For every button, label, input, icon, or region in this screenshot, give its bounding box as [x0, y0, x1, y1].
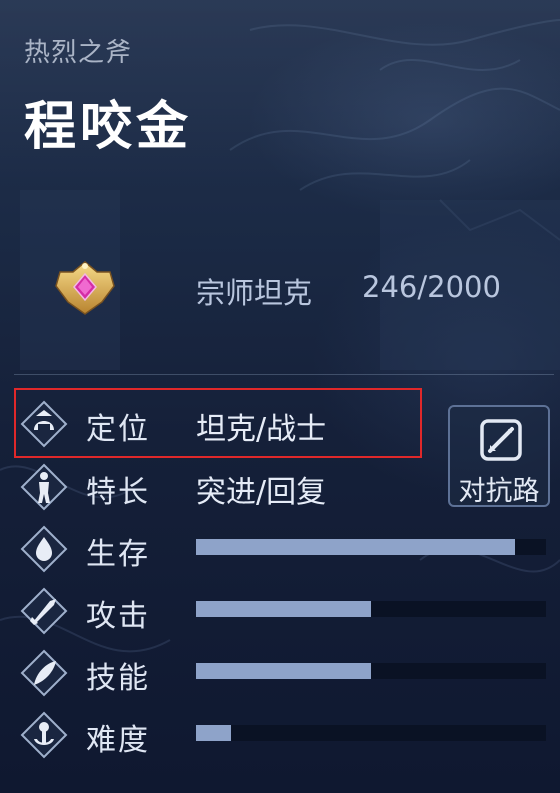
stat-bar-fill [196, 539, 515, 555]
hero-info-panel: 热烈之斧 程咬金 宗师坦克 246/2000 定位 坦克/战士 特长 突进/回复… [0, 0, 560, 793]
stat-label: 难度 [86, 723, 150, 758]
rank-points: 246/2000 [362, 270, 501, 304]
specialty-figure-icon [20, 463, 68, 511]
specialty-value: 突进/回复 [196, 475, 327, 510]
rank-emblem-icon [55, 261, 115, 315]
stat-bar-track [196, 663, 546, 679]
role-value: 坦克/战士 [196, 412, 327, 447]
rank-row: 宗师坦克 246/2000 [0, 252, 560, 322]
hero-name: 程咬金 [24, 97, 193, 157]
stat-bar-fill [196, 725, 231, 741]
hero-title: 热烈之斧 [24, 38, 133, 68]
rank-title: 宗师坦克 [196, 276, 313, 310]
survival-drop-icon [20, 525, 68, 573]
matchup-lane-button[interactable]: 对抗路 [448, 405, 550, 507]
stat-bar-track [196, 725, 546, 741]
stat-bar-track [196, 539, 546, 555]
divider [14, 374, 554, 375]
stat-bar-fill [196, 663, 371, 679]
stat-label: 生存 [86, 537, 150, 572]
stat-label: 攻击 [86, 599, 150, 634]
stat-label: 技能 [86, 661, 150, 696]
attack-sword-icon [20, 587, 68, 635]
role-helmet-icon [20, 400, 68, 448]
difficulty-anchor-icon [20, 711, 68, 759]
stat-bar-track [196, 601, 546, 617]
specialty-label: 特长 [86, 475, 150, 510]
matchup-lane-icon [480, 419, 522, 461]
matchup-lane-label: 对抗路 [458, 476, 540, 507]
skill-feather-icon [20, 649, 68, 697]
stat-bar-fill [196, 601, 371, 617]
role-label: 定位 [86, 412, 150, 447]
